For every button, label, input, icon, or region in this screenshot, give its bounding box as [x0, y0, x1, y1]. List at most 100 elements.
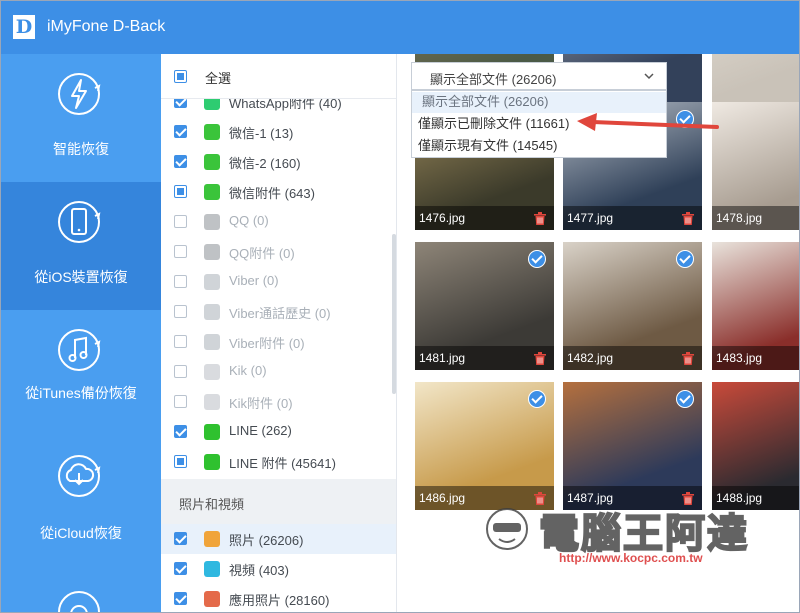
sidebar-item-ios-device[interactable]: 從iOS裝置恢復 — [1, 182, 161, 310]
photo-thumbnail[interactable]: 1482.jpg — [563, 242, 702, 370]
category-row[interactable]: 微信附件 (643) — [161, 177, 396, 207]
category-checkbox[interactable] — [174, 125, 187, 138]
kik-icon — [204, 364, 220, 380]
music-note-refresh-icon — [58, 329, 101, 371]
photo-filename: 1483.jpg — [716, 351, 763, 365]
trash-icon — [534, 352, 546, 365]
category-row[interactable]: LINE 附件 (45641) — [161, 447, 396, 477]
photo-thumbnail[interactable]: 1486.jpg — [415, 382, 554, 510]
category-row[interactable]: 微信-2 (160) — [161, 147, 396, 177]
category-row[interactable]: QQ附件 (0) — [161, 237, 396, 267]
photo-thumbnail[interactable]: 1478.jpg — [712, 102, 799, 230]
kik-icon — [204, 394, 220, 410]
photo-selected-check-icon[interactable] — [528, 250, 546, 268]
category-label: Kik附件 (0) — [229, 396, 293, 411]
category-checkbox[interactable] — [174, 395, 187, 408]
photo-thumbnail[interactable] — [712, 54, 799, 102]
category-checkbox[interactable] — [174, 245, 187, 258]
category-scrollbar[interactable] — [392, 234, 396, 394]
photo-thumbnail[interactable]: 1487.jpg — [563, 382, 702, 510]
sidebar-item-itunes-backup[interactable]: 從iTunes備份恢復 — [1, 310, 161, 438]
photo-filename: 1488.jpg — [716, 491, 763, 505]
sidebar-item-label: 從iCloud恢復 — [40, 525, 122, 541]
view-filter-value: 顯示全部文件 (26206) — [430, 72, 557, 87]
category-row[interactable]: 微信-1 (13) — [161, 117, 396, 147]
sidebar-item-label: 從iOS裝置恢復 — [34, 269, 128, 285]
select-all-row[interactable]: 全選 — [161, 54, 396, 99]
category-checkbox[interactable] — [174, 562, 187, 575]
category-checkbox[interactable] — [174, 365, 187, 378]
trash-icon — [534, 492, 546, 505]
photos-icon — [204, 531, 220, 547]
option-existing-only[interactable]: 僅顯示現有文件 (14545) — [412, 136, 666, 157]
category-row[interactable]: 照片 (26206) — [161, 524, 396, 554]
category-row[interactable]: 視頻 (403) — [161, 554, 396, 584]
photo-selected-check-icon[interactable] — [676, 390, 694, 408]
category-row[interactable]: Kik (0) — [161, 357, 396, 387]
category-checkbox[interactable] — [174, 185, 187, 198]
category-checkbox[interactable] — [174, 305, 187, 318]
category-checkbox[interactable] — [174, 592, 187, 605]
photo-selected-check-icon[interactable] — [676, 250, 694, 268]
trash-icon — [682, 492, 694, 505]
category-row[interactable]: 應用照片 (28160) — [161, 584, 396, 612]
select-all-checkbox[interactable] — [174, 70, 187, 83]
line-icon — [204, 454, 220, 470]
category-checkbox[interactable] — [174, 335, 187, 348]
photo-filename: 1481.jpg — [419, 351, 466, 365]
sidebar-item-icloud[interactable]: 從iCloud恢復 — [1, 438, 161, 566]
photo-filename: 1476.jpg — [419, 211, 466, 225]
photo-selected-check-icon[interactable] — [528, 390, 546, 408]
photo-thumbnail[interactable]: 1483.jpg — [712, 242, 799, 370]
category-checkbox[interactable] — [174, 532, 187, 545]
phone-refresh-icon — [58, 201, 101, 243]
viber-icon — [204, 334, 220, 350]
category-label: QQ (0) — [229, 213, 269, 228]
sidebar-item-smart-recovery[interactable]: 智能恢復 — [1, 54, 161, 182]
section-header-photos-videos: 照片和視頻 — [161, 479, 396, 524]
category-checkbox[interactable] — [174, 425, 187, 438]
line-icon — [204, 424, 220, 440]
category-row[interactable]: QQ (0) — [161, 207, 396, 237]
app-title: iMyFone D-Back — [47, 18, 166, 35]
lightning-refresh-icon — [58, 73, 101, 115]
photo-thumbnail[interactable]: 1488.jpg — [712, 382, 799, 510]
app-photos-icon — [204, 591, 220, 607]
view-filter-select[interactable]: 顯示全部文件 (26206) — [411, 62, 667, 90]
title-bar: D iMyFone D-Back — [1, 1, 799, 54]
wechat-icon — [204, 124, 220, 140]
category-row[interactable]: Kik附件 (0) — [161, 387, 396, 417]
category-label: LINE 附件 (45641) — [229, 456, 336, 471]
category-label: 微信-2 (160) — [229, 156, 301, 171]
trash-icon — [682, 352, 694, 365]
category-label: Viber (0) — [229, 273, 279, 288]
annotation-arrow-icon — [577, 113, 719, 131]
photo-filename: 1478.jpg — [716, 211, 763, 225]
wechat-icon — [204, 154, 220, 170]
section-label: 照片和視頻 — [179, 497, 245, 512]
category-label: 微信附件 (643) — [229, 186, 315, 201]
category-row[interactable]: Viber通話歷史 (0) — [161, 297, 396, 327]
category-label: LINE (262) — [229, 423, 292, 438]
category-label: Viber附件 (0) — [229, 336, 305, 351]
category-label: Kik (0) — [229, 363, 267, 378]
category-checkbox[interactable] — [174, 215, 187, 228]
category-checkbox[interactable] — [174, 155, 187, 168]
category-label: 微信-1 (13) — [229, 126, 294, 141]
cloud-download-icon — [58, 455, 101, 497]
category-row[interactable]: LINE (262) — [161, 417, 396, 447]
app-logo: D — [13, 15, 35, 39]
photo-thumbnail[interactable]: 1481.jpg — [415, 242, 554, 370]
partial-icon — [58, 591, 100, 612]
category-row[interactable]: Viber附件 (0) — [161, 327, 396, 357]
category-label: 應用照片 (28160) — [229, 593, 330, 608]
category-label: 視頻 (403) — [229, 563, 289, 578]
sidebar-item-more[interactable] — [1, 566, 161, 612]
category-row[interactable]: Viber (0) — [161, 267, 396, 297]
category-label: QQ附件 (0) — [229, 246, 295, 261]
sidebar-item-label: 智能恢復 — [53, 141, 109, 157]
category-checkbox[interactable] — [174, 455, 187, 468]
sidebar: 智能恢復 從iOS裝置恢復 從iTunes備份恢復 從iCloud恢復 — [1, 54, 161, 612]
category-checkbox[interactable] — [174, 275, 187, 288]
viber-icon — [204, 304, 220, 320]
